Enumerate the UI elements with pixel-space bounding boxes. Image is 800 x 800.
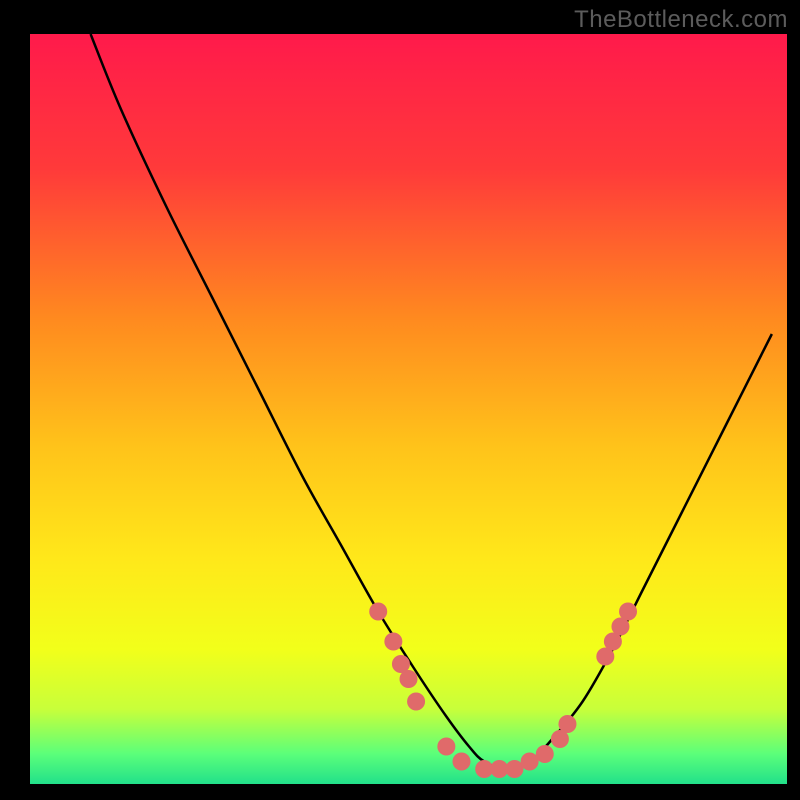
curve-marker	[536, 745, 554, 763]
curve-marker	[407, 693, 425, 711]
curve-marker	[400, 670, 418, 688]
curve-marker	[369, 603, 387, 621]
bottleneck-chart	[0, 0, 800, 800]
watermark-text: TheBottleneck.com	[574, 6, 788, 34]
curve-marker	[619, 603, 637, 621]
curve-marker	[384, 633, 402, 651]
chart-frame: TheBottleneck.com	[0, 0, 800, 800]
curve-marker	[437, 738, 455, 756]
curve-marker	[558, 715, 576, 733]
curve-marker	[452, 753, 470, 771]
